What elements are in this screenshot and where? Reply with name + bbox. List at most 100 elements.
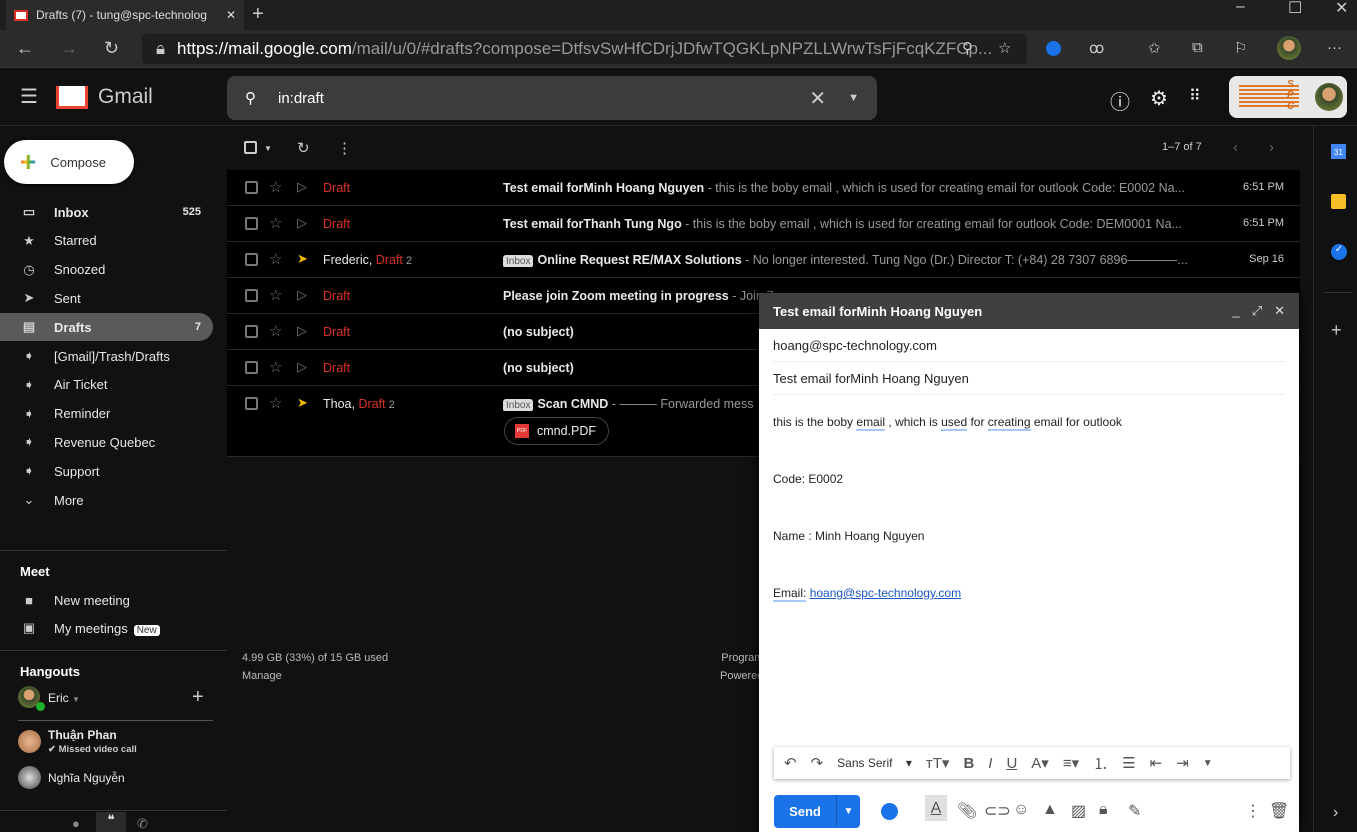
more-icon[interactable]: ··· [1327, 39, 1342, 56]
favorite-star-icon[interactable]: ☆ [998, 39, 1011, 57]
font-size-icon[interactable]: ᴛT▾ [926, 754, 950, 772]
tasks-icon[interactable]: ✓ [1331, 244, 1347, 260]
new-meeting[interactable]: ■ New meeting [0, 586, 213, 614]
hangouts-contact[interactable]: Thuận Phan ✔︎ Missed video call [18, 728, 213, 762]
browser-tab[interactable]: Drafts (7) - tung@spc-technolog ✕ [6, 0, 244, 30]
sidebar-item-reminder[interactable]: ➧ Reminder [0, 400, 213, 428]
close-window-icon[interactable]: ✕ [1335, 0, 1348, 18]
subject-field[interactable]: Test email forMinh Hoang Nguyen [773, 362, 1285, 395]
important-marker-icon[interactable]: ▷ [297, 215, 307, 231]
row-checkbox[interactable] [245, 325, 258, 338]
add-chat-icon[interactable]: + [192, 686, 204, 709]
sidebar-item-more[interactable]: ⌄ More [0, 486, 213, 514]
main-menu-icon[interactable]: ☰ [20, 84, 38, 109]
discard-draft-icon[interactable]: 🗑︎ [1269, 801, 1289, 821]
star-icon[interactable]: ☆ [269, 250, 282, 268]
help-icon[interactable]: ⓘ [1110, 86, 1130, 115]
account-avatar[interactable] [1315, 83, 1343, 111]
email-row[interactable]: ☆ ➤ Frederic, Draft 2 Inbox Online Reques… [227, 242, 1300, 278]
add-addon-icon[interactable]: + [1331, 320, 1342, 341]
hangouts-chat-icon[interactable]: ❝ [96, 812, 126, 832]
next-page-icon[interactable]: › [1269, 139, 1274, 156]
text-color-icon[interactable]: A▾ [1031, 754, 1049, 772]
row-checkbox[interactable] [245, 289, 258, 302]
important-marker-icon[interactable]: ▷ [297, 287, 307, 303]
contacts-person-icon[interactable]: ● [72, 816, 80, 831]
star-icon[interactable]: ☆ [269, 358, 282, 376]
confidential-mode-icon[interactable]: 🔒︎ [1099, 801, 1108, 819]
account-switcher[interactable]: SPC [1229, 76, 1347, 118]
extension-icon[interactable] [881, 803, 898, 820]
select-dropdown-icon[interactable]: ▼ [264, 144, 272, 153]
expand-panel-icon[interactable]: › [1333, 804, 1338, 822]
sidebar-item--gmail-trash-drafts[interactable]: ➧ [Gmail]/Trash/Drafts [0, 342, 213, 370]
sidebar-item-support[interactable]: ➧ Support [0, 457, 213, 485]
row-checkbox[interactable] [245, 181, 258, 194]
forward-icon[interactable]: → [60, 38, 78, 59]
label-badge[interactable]: Inbox [503, 255, 534, 267]
schedule-send-dropdown-icon[interactable]: ▼ [836, 795, 860, 828]
calendar-icon[interactable]: 31 [1331, 144, 1346, 159]
hangouts-user[interactable]: Eric ▼ [48, 691, 80, 705]
sidebar-item-revenue-quebec[interactable]: ➧ Revenue Quebec [0, 428, 213, 456]
new-tab-icon[interactable]: + [252, 3, 264, 26]
signature-icon[interactable]: ✎ [1128, 801, 1141, 821]
search-options-icon[interactable]: ▼ [848, 92, 859, 104]
indent-more-icon[interactable]: ⇥ [1176, 754, 1189, 772]
bulleted-list-icon[interactable]: ☰ [1122, 754, 1135, 772]
message-body[interactable]: this is the boby email , which is used f… [773, 415, 1122, 643]
sidebar-item-air-ticket[interactable]: ➧ Air Ticket [0, 371, 213, 399]
minimize-icon[interactable]: – [1236, 0, 1245, 16]
back-icon[interactable]: ← [16, 38, 34, 59]
bold-icon[interactable]: B [963, 755, 974, 772]
manage-storage-link[interactable]: Manage [242, 667, 388, 685]
important-marker-icon[interactable]: ➤ [297, 251, 308, 267]
sidebar-item-sent[interactable]: ➤ Sent [0, 284, 213, 312]
hangouts-contact[interactable]: Nghĩa Nguyễn [18, 766, 213, 792]
more-formatting-icon[interactable]: ▼ [1203, 758, 1213, 769]
more-options-icon[interactable]: ⋮ [1245, 801, 1261, 821]
close-icon[interactable]: ✕ [1274, 303, 1285, 319]
close-tab-icon[interactable]: ✕ [226, 8, 236, 22]
settings-gear-icon[interactable]: ⚙ [1150, 86, 1168, 111]
keep-icon[interactable] [1331, 194, 1346, 209]
row-checkbox[interactable] [245, 217, 258, 230]
email-row[interactable]: ☆ ▷ Draft Test email forThanh Tung Ngo -… [227, 206, 1300, 242]
drive-icon[interactable]: ▲ [1042, 801, 1058, 819]
refresh-icon[interactable]: ↻ [297, 139, 310, 157]
prev-page-icon[interactable]: ‹ [1233, 139, 1238, 156]
attach-icon[interactable]: 📎︎ [957, 801, 977, 821]
search-icon[interactable]: ⚲ [245, 89, 256, 107]
select-all-checkbox[interactable] [244, 141, 257, 154]
fullscreen-icon[interactable]: ⤢ [1252, 303, 1262, 319]
apps-grid-icon[interactable]: ⠿ [1189, 86, 1201, 106]
program-policies-link[interactable]: Program [720, 649, 763, 667]
important-marker-icon[interactable]: ▷ [297, 323, 307, 339]
feedback-icon[interactable]: ⚐ [1234, 39, 1247, 57]
gmail-logo[interactable]: Gmail [56, 85, 153, 109]
important-marker-icon[interactable]: ▷ [297, 179, 307, 195]
to-field[interactable]: hoang@spc-technology.com [773, 329, 1285, 362]
search-bar[interactable]: ⚲ in:draft ✕ ▼ [227, 76, 877, 120]
row-checkbox[interactable] [245, 253, 258, 266]
undo-icon[interactable]: ↶ [784, 754, 797, 772]
important-marker-icon[interactable]: ➤ [297, 395, 308, 411]
email-link[interactable]: hoang@spc-technology.com [810, 586, 961, 600]
collections-icon[interactable]: ⧉ [1192, 39, 1203, 56]
star-icon[interactable]: ☆ [269, 214, 282, 232]
clear-search-icon[interactable]: ✕ [809, 86, 826, 111]
my-meetings[interactable]: ▣ My meetings New [0, 614, 213, 642]
indent-less-icon[interactable]: ⇤ [1150, 754, 1163, 772]
sidebar-item-starred[interactable]: ★ Starred [0, 227, 213, 255]
numbered-list-icon[interactable]: ⒈ [1093, 753, 1108, 774]
extension-icon[interactable] [1046, 41, 1061, 56]
search-input[interactable]: in:draft [278, 90, 324, 107]
phone-icon[interactable]: ✆ [137, 816, 148, 832]
important-marker-icon[interactable]: ▷ [297, 359, 307, 375]
maximize-icon[interactable]: ☐ [1288, 0, 1302, 18]
star-icon[interactable]: ☆ [269, 286, 282, 304]
sidebar-item-drafts[interactable]: ▤ Drafts 7 [0, 313, 213, 342]
refresh-icon[interactable]: ↻ [104, 38, 119, 59]
reader-icon[interactable]: ꝏ [1089, 39, 1104, 57]
star-icon[interactable]: ☆ [269, 322, 282, 340]
